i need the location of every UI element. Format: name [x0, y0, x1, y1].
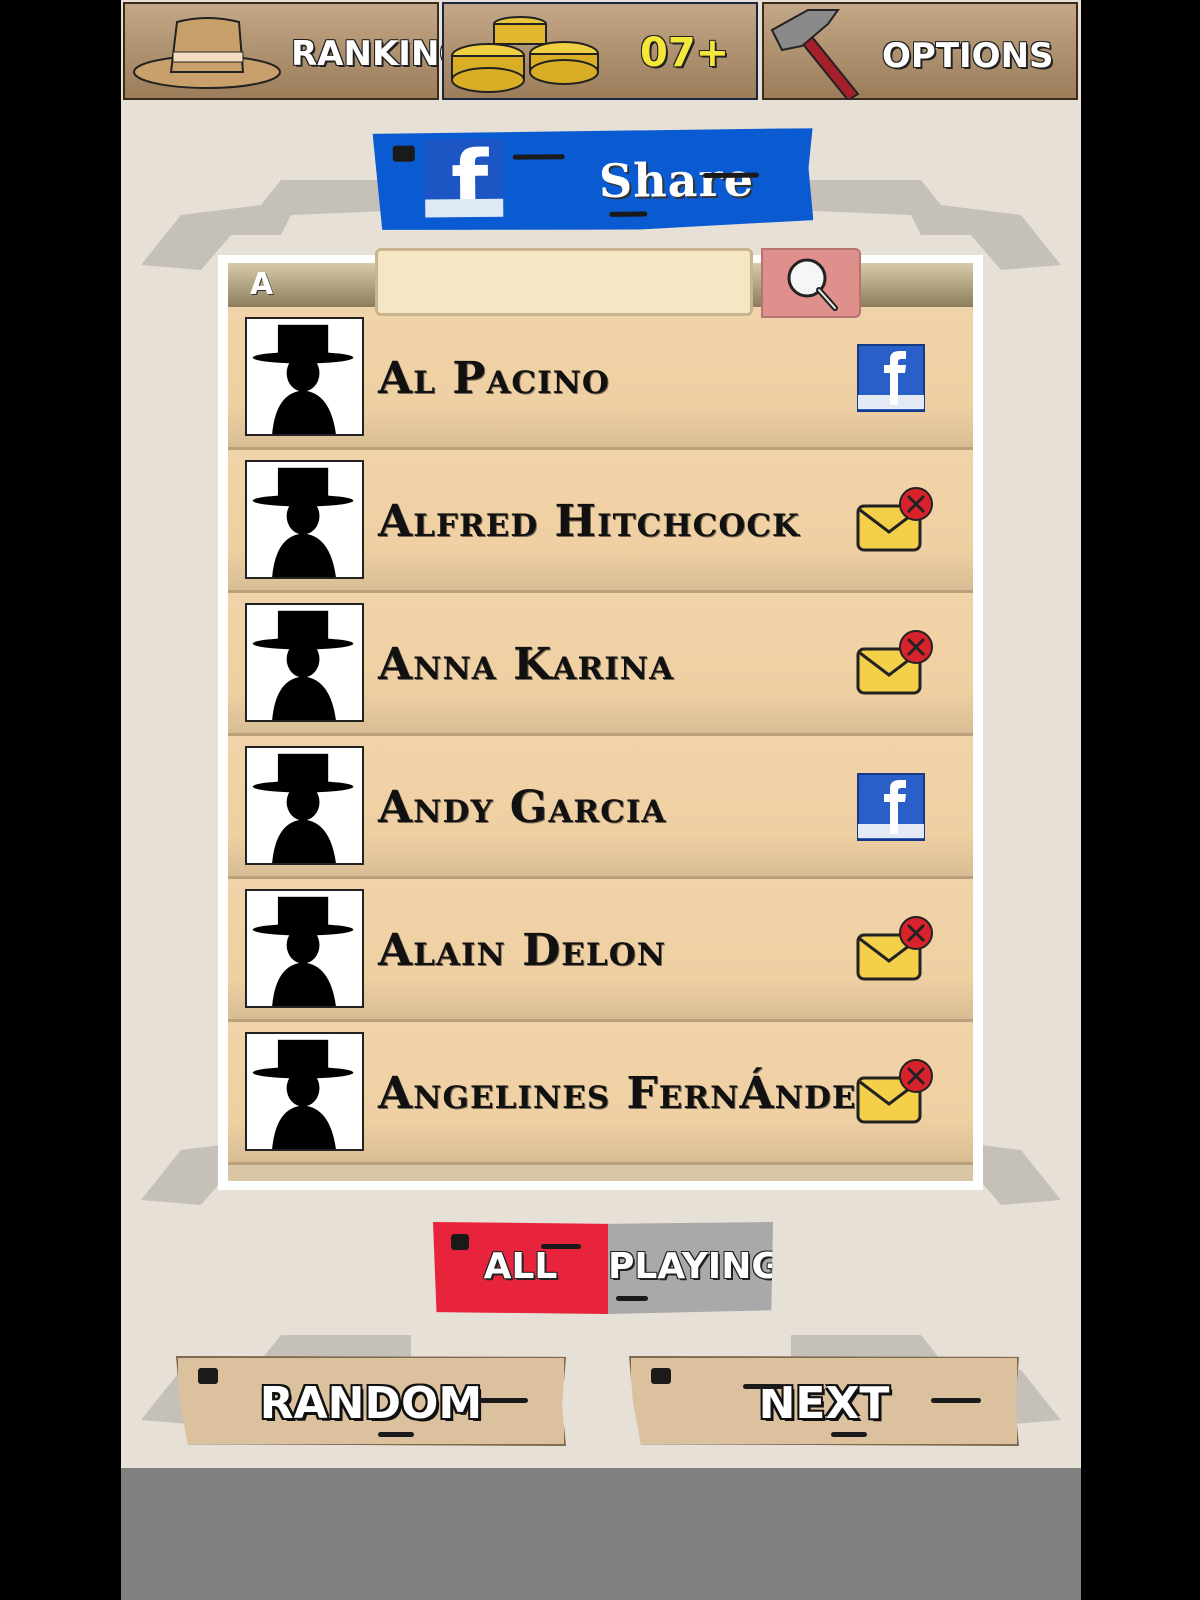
filter-all-label: ALL	[483, 1246, 558, 1287]
friend-row[interactable]: Alfred Hitchcock	[228, 450, 973, 593]
friend-row[interactable]: Anna Karina	[228, 593, 973, 736]
facebook-icon[interactable]	[854, 772, 938, 842]
options-button[interactable]: OPTIONS	[762, 2, 1078, 100]
mail-invite-icon[interactable]	[854, 486, 938, 556]
friend-name: Angelines FernÁndez	[378, 1068, 881, 1119]
crack-decoration	[478, 1398, 528, 1403]
crack-decoration	[651, 1368, 671, 1384]
crack-decoration	[703, 173, 759, 178]
friend-name: Alain Delon	[378, 925, 667, 976]
crack-decoration	[198, 1368, 218, 1384]
share-label: Share	[598, 152, 755, 208]
ranking-button[interactable]: RANKING	[123, 2, 467, 100]
friend-name: Al Pacino	[378, 353, 610, 404]
friend-row[interactable]: Andy Garcia	[228, 736, 973, 879]
friend-name: Alfred Hitchcock	[378, 496, 800, 547]
next-button[interactable]: NEXT	[629, 1356, 1019, 1446]
mail-invite-icon[interactable]	[854, 629, 938, 699]
options-label: OPTIONS	[882, 36, 1054, 76]
crack-decoration	[451, 1234, 469, 1250]
friends-list[interactable]: A Al Pacino Alfred Hitchcock Anna Karina…	[228, 263, 973, 1181]
filter-playing-button[interactable]: PLAYING	[608, 1222, 773, 1314]
silhouette-avatar	[245, 1032, 364, 1151]
friends-filter-toggle: ALL PLAYING	[433, 1222, 773, 1314]
mail-invite-icon[interactable]	[854, 1058, 938, 1128]
silhouette-avatar	[245, 746, 364, 865]
crack-decoration	[616, 1296, 648, 1301]
coins-count: 07+	[640, 30, 730, 76]
silhouette-avatar	[245, 889, 364, 1008]
friend-row[interactable]: Angelines FernÁndez	[228, 1022, 973, 1165]
top-bar: RANKING 07+ OPTIONS	[121, 0, 1081, 103]
ranking-label: RANKING	[291, 34, 468, 74]
random-button[interactable]: RANDOM	[176, 1356, 566, 1446]
crack-decoration	[378, 1432, 414, 1437]
cowboy-hat-icon	[133, 17, 281, 89]
crack-decoration	[743, 1384, 783, 1389]
friend-name: Andy Garcia	[378, 782, 667, 833]
gold-coins-icon	[451, 16, 599, 93]
alphabet-letter: A	[250, 267, 274, 302]
crack-decoration	[513, 154, 565, 159]
crack-decoration	[931, 1398, 981, 1403]
filter-playing-label: PLAYING	[608, 1246, 781, 1287]
silhouette-avatar	[245, 317, 364, 436]
facebook-icon: f	[425, 139, 504, 218]
facebook-share-button[interactable]: f Share	[373, 128, 814, 232]
crack-decoration	[609, 212, 647, 217]
facebook-icon[interactable]	[854, 343, 938, 413]
silhouette-avatar	[245, 460, 364, 579]
hammer-icon	[770, 9, 860, 100]
app-screen: RANKING 07+ OPTIONS f Share A Al Pacino …	[121, 0, 1081, 1600]
friend-row[interactable]: Alain Delon	[228, 879, 973, 1022]
friend-row[interactable]: Al Pacino	[228, 307, 973, 450]
crack-decoration	[541, 1244, 581, 1249]
search-icon	[787, 258, 838, 311]
filter-all-button[interactable]: ALL	[433, 1222, 608, 1314]
crack-decoration	[831, 1432, 867, 1437]
bottom-area	[121, 1468, 1081, 1600]
friend-name: Anna Karina	[378, 639, 675, 690]
mail-invite-icon[interactable]	[854, 915, 938, 985]
crack-decoration	[393, 146, 415, 162]
search-button[interactable]	[761, 248, 861, 318]
search-input[interactable]	[375, 248, 753, 316]
silhouette-avatar	[245, 603, 364, 722]
random-label: RANDOM	[259, 1378, 483, 1429]
next-label: NEXT	[758, 1378, 890, 1429]
coins-button[interactable]: 07+	[442, 2, 758, 100]
